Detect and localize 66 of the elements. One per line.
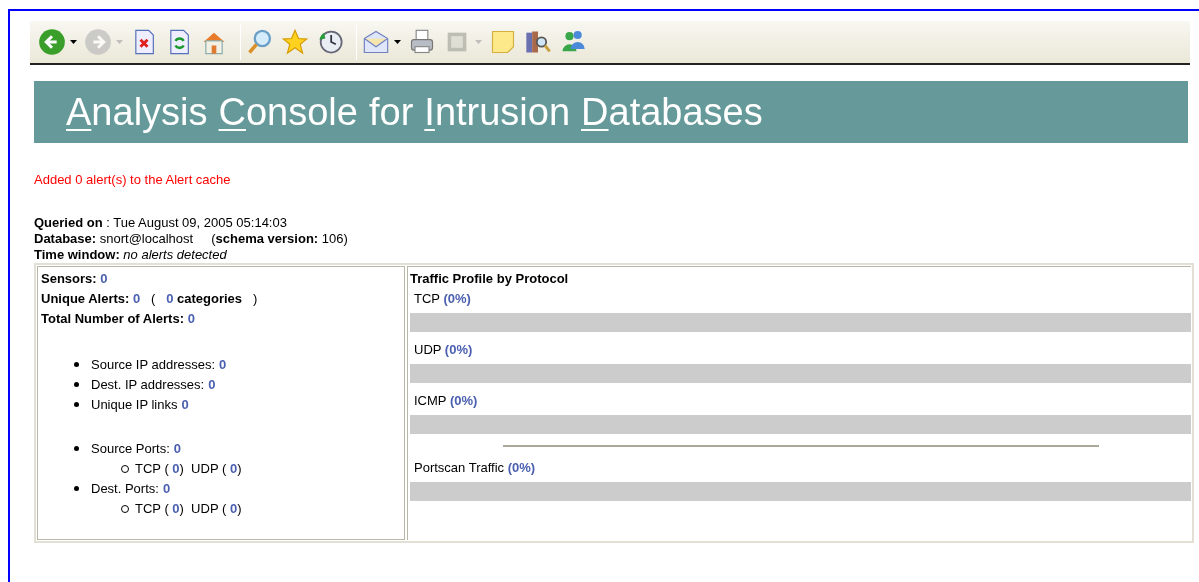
bullet-icon	[74, 362, 79, 367]
toolbar-button[interactable]	[408, 28, 436, 56]
stat-value: 0	[99, 270, 108, 286]
protocol-label: TCP	[414, 289, 441, 308]
label-text: Total Number of Alerts:	[41, 310, 184, 326]
info-text: snort@localhost (	[98, 230, 216, 246]
page-title: Analysis Console for Intrusion Databases	[66, 93, 763, 131]
label-text: Unique Alerts:	[41, 290, 130, 306]
search-icon	[246, 28, 274, 56]
stat-value: 0	[186, 310, 195, 326]
stat-value: 0	[172, 499, 180, 518]
percent-value: (0%)	[444, 340, 473, 359]
toolbar-button[interactable]	[38, 28, 77, 56]
info-text: TCP (	[135, 499, 170, 518]
caret-icon	[394, 40, 401, 44]
bullet-icon	[74, 446, 79, 451]
label-text: schema version:	[215, 230, 319, 246]
info-text: ) UDP (	[179, 459, 228, 478]
label-text: Queried on	[34, 214, 103, 230]
info-text: )	[251, 290, 258, 306]
printer-icon	[408, 28, 436, 56]
info-text: )	[237, 499, 242, 518]
envelope-icon	[362, 28, 390, 56]
label-text: categories	[176, 290, 243, 306]
stat-value: 0	[162, 479, 171, 498]
sticky-note-icon	[489, 28, 517, 56]
stat-value: 0	[219, 355, 227, 374]
section-heading: Traffic Profile by Protocol	[410, 269, 570, 287]
caret-icon	[475, 40, 482, 44]
caret-icon	[116, 40, 123, 44]
stat-value: 0	[166, 290, 174, 306]
protocol-label: UDP	[414, 340, 443, 359]
label-text: Time window:	[34, 246, 120, 262]
list-label: Dest. IP addresses:	[91, 375, 205, 394]
protocol-label: ICMP	[414, 391, 448, 410]
label-text: Database:	[34, 230, 97, 246]
info-text: ) UDP (	[179, 499, 228, 518]
list-label: Dest. Ports:	[91, 479, 159, 498]
toolbar-button[interactable]	[362, 28, 401, 56]
caret-icon	[70, 40, 77, 44]
bullet-icon	[74, 402, 79, 407]
percent-value: (0%)	[443, 289, 471, 308]
info-text: TCP (	[135, 459, 170, 478]
protocol-label: Portscan Traffic	[414, 458, 506, 477]
status-message: Added 0 alert(s) to the Alert cache	[34, 171, 232, 189]
stat-value: 0	[181, 395, 189, 414]
star-icon	[281, 28, 309, 56]
list-label: Source IP addresses:	[91, 355, 216, 374]
stat-value: 0	[208, 375, 216, 394]
stat-value: 0	[173, 439, 181, 458]
stat-value: 0	[229, 459, 238, 478]
bullet-icon	[74, 486, 79, 491]
stat-value: 0	[229, 499, 238, 518]
info-text: )	[237, 459, 242, 478]
percent-value: (0%)	[449, 391, 478, 410]
info-text: (	[150, 290, 157, 306]
bullet-icon	[74, 382, 79, 387]
info-text: 106)	[320, 230, 348, 246]
label-text: Sensors:	[41, 270, 97, 286]
percent-value: (0%)	[507, 458, 536, 477]
info-text: no alerts detected	[122, 246, 227, 262]
stat-value: 0	[131, 290, 141, 306]
stat-value: 0	[172, 459, 180, 478]
list-label: Unique IP links	[91, 395, 178, 414]
info-text: : Tue August 09, 2005 05:14:03	[105, 214, 287, 230]
list-label: Source Ports:	[91, 439, 170, 458]
